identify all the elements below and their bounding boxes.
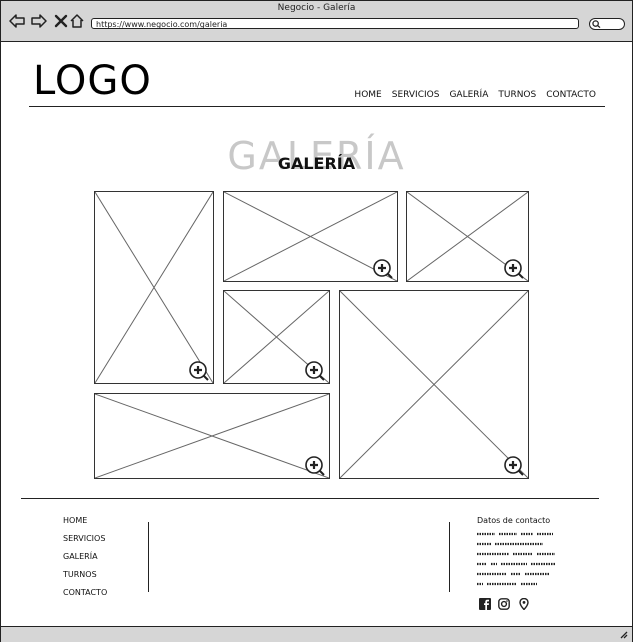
facebook-icon[interactable] (479, 598, 491, 610)
gallery-title: GALERÍA (277, 154, 356, 173)
gallery-image-5[interactable] (339, 290, 529, 479)
zoom-in-icon[interactable] (504, 456, 524, 476)
top-navigation: HOME SERVICIOS GALERÍA TURNOS CONTACTO (354, 90, 596, 100)
nav-galeria[interactable]: GALERÍA (449, 90, 488, 100)
location-pin-icon[interactable] (518, 598, 530, 610)
footer-nav-galeria[interactable]: GALERÍA (63, 552, 107, 570)
image-placeholder-icon (95, 394, 329, 478)
resize-grip-icon[interactable] (619, 630, 628, 639)
contact-text-scribble (477, 562, 555, 566)
instagram-icon[interactable] (498, 598, 510, 610)
contact-text-scribble (477, 542, 543, 546)
footer-nav-contacto[interactable]: CONTACTO (63, 588, 107, 606)
zoom-in-icon[interactable] (373, 259, 393, 279)
gallery-image-4[interactable] (223, 290, 330, 384)
nav-contacto[interactable]: CONTACTO (546, 90, 596, 100)
close-icon[interactable] (53, 13, 69, 29)
footer-divider-left (148, 522, 149, 592)
zoom-in-icon[interactable] (305, 361, 325, 381)
image-placeholder-icon (340, 291, 528, 478)
search-icon (592, 20, 601, 28)
logo[interactable]: LOGO (33, 58, 152, 104)
contact-text-scribble (477, 552, 555, 556)
contact-title: Datos de contacto (477, 516, 551, 525)
forward-arrow-icon[interactable] (31, 13, 47, 29)
gallery-image-2[interactable] (223, 191, 398, 282)
title-bar: Negocio - Galería https://www.negocio.co… (1, 1, 632, 42)
browser-window: Negocio - Galería https://www.negocio.co… (0, 0, 633, 642)
contact-text-scribble (477, 572, 549, 576)
status-bar (1, 626, 632, 642)
footer-nav-turnos[interactable]: TURNOS (63, 570, 107, 588)
image-placeholder-icon (95, 192, 213, 383)
footer-divider (21, 498, 599, 499)
footer-nav-home[interactable]: HOME (63, 516, 107, 534)
footer-navigation: HOME SERVICIOS GALERÍA TURNOS CONTACTO (63, 516, 107, 606)
search-box[interactable] (589, 18, 625, 30)
back-arrow-icon[interactable] (9, 13, 25, 29)
gallery-image-3[interactable] (406, 191, 529, 282)
window-title: Negocio - Galería (277, 3, 356, 13)
nav-servicios[interactable]: SERVICIOS (392, 90, 440, 100)
image-placeholder-icon (224, 192, 397, 281)
contact-text-scribble (477, 532, 553, 536)
nav-turnos[interactable]: TURNOS (498, 90, 536, 100)
zoom-in-icon[interactable] (189, 361, 209, 381)
contact-text-scribble (477, 582, 537, 586)
home-icon[interactable] (69, 13, 85, 29)
gallery-image-6[interactable] (94, 393, 330, 479)
nav-home[interactable]: HOME (354, 90, 381, 100)
url-bar[interactable]: https://www.negocio.com/galeria (91, 18, 579, 29)
zoom-in-icon[interactable] (305, 456, 325, 476)
header-divider (29, 106, 605, 107)
zoom-in-icon[interactable] (504, 259, 524, 279)
footer-nav-servicios[interactable]: SERVICIOS (63, 534, 107, 552)
gallery-image-1[interactable] (94, 191, 214, 384)
footer-divider-right (449, 522, 450, 592)
page-content: LOGO HOME SERVICIOS GALERÍA TURNOS CONTA… (1, 42, 632, 626)
